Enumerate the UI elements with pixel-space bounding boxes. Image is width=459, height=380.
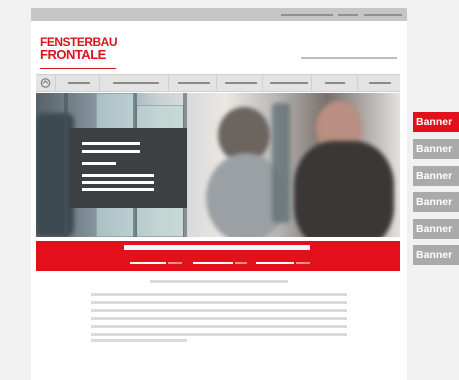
logo-line-2: FRONTALE xyxy=(40,47,106,62)
nav-item[interactable] xyxy=(101,75,169,91)
hero-image xyxy=(36,93,400,237)
teaser-band xyxy=(36,241,400,271)
nav-item[interactable] xyxy=(313,75,358,91)
logo-underline xyxy=(40,68,116,69)
text-line xyxy=(91,333,347,336)
section-heading xyxy=(150,280,288,283)
banner-tab[interactable]: Banner xyxy=(413,245,459,265)
nav-home[interactable] xyxy=(36,75,56,91)
nav-item[interactable] xyxy=(170,75,217,91)
header-placeholder xyxy=(301,57,397,59)
text-line xyxy=(91,293,347,296)
nav-item[interactable] xyxy=(359,75,400,91)
home-icon xyxy=(40,78,51,88)
banner-tab[interactable]: Banner xyxy=(413,139,459,159)
teaser-headline xyxy=(124,245,310,250)
utility-link[interactable] xyxy=(338,14,358,16)
text-line xyxy=(91,301,347,304)
teaser-link[interactable] xyxy=(256,259,310,267)
nav-item[interactable] xyxy=(264,75,312,91)
main-navigation xyxy=(36,74,400,92)
teaser-link[interactable] xyxy=(130,259,184,267)
nav-item[interactable] xyxy=(218,75,263,91)
nav-item[interactable] xyxy=(57,75,100,91)
text-line xyxy=(91,325,347,328)
banner-tab[interactable]: Banner xyxy=(413,219,459,239)
utility-link[interactable] xyxy=(364,14,402,16)
text-line xyxy=(91,317,347,320)
teaser-link[interactable] xyxy=(193,259,247,267)
fensterbau-frontale-logo[interactable]: FENSTERBAU FRONTALE xyxy=(40,36,118,69)
text-line xyxy=(91,309,347,312)
utility-link[interactable] xyxy=(281,14,333,16)
banner-tab[interactable]: Banner xyxy=(413,192,459,212)
page-mockup: FENSTERBAU FRONTALE xyxy=(31,8,407,380)
banner-tab[interactable]: Banner xyxy=(413,112,459,132)
text-line xyxy=(91,339,187,342)
top-utility-bar xyxy=(31,8,407,21)
hero-text-overlay[interactable] xyxy=(70,128,187,208)
banner-tab[interactable]: Banner xyxy=(413,166,459,186)
